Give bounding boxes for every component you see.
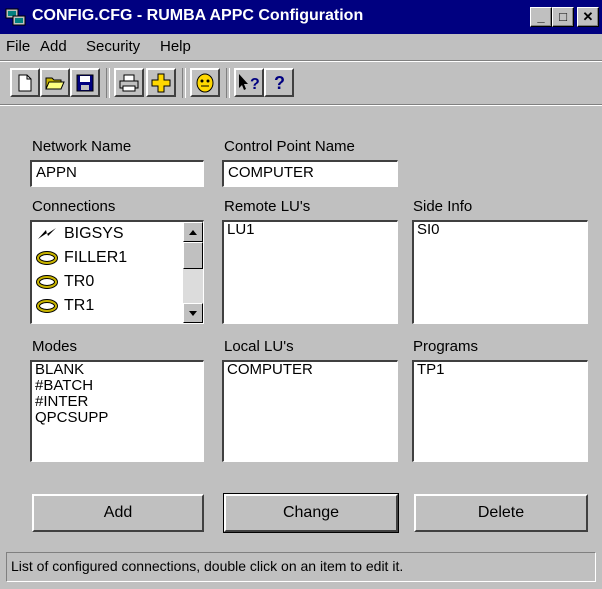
control-point-name-field[interactable]: COMPUTER [222, 160, 398, 187]
add-button[interactable]: Add [32, 494, 204, 532]
connections-scrollbar[interactable] [183, 222, 203, 323]
list-item[interactable]: FILLER1 [32, 246, 203, 270]
modes-listbox[interactable]: BLANK #BATCH #INTER QPCSUPP [30, 360, 204, 462]
open-folder-icon [45, 77, 65, 89]
toolbar: ? ? [0, 62, 602, 102]
scroll-down-button[interactable] [183, 303, 203, 323]
toolbar-separator [106, 68, 110, 98]
title-bar[interactable]: CONFIG.CFG - RUMBA APPC Configuration _ … [0, 0, 602, 34]
programs-listbox[interactable]: TP1 [412, 360, 588, 462]
status-bar: List of configured connections, double c… [6, 552, 596, 582]
list-item[interactable]: BLANK [32, 362, 203, 378]
list-item[interactable]: #INTER [32, 394, 203, 410]
app-window: CONFIG.CFG - RUMBA APPC Configuration _ … [0, 0, 602, 589]
local-lus-label: Local LU's [224, 338, 294, 355]
side-info-label: Side Info [413, 198, 473, 215]
list-item[interactable]: COMPUTER [224, 362, 397, 378]
menu-add[interactable]: Add [40, 38, 67, 55]
toolbar-separator [182, 68, 186, 98]
maximize-icon: □ [559, 9, 567, 24]
side-info-listbox[interactable]: SI0 [412, 220, 588, 324]
help-question-icon: ? [274, 73, 285, 93]
save-button[interactable] [70, 68, 100, 97]
ring-icon [36, 299, 58, 313]
change-button[interactable]: Change [223, 493, 399, 533]
svg-text:?: ? [274, 73, 285, 93]
toolbar-divider [0, 104, 602, 106]
printer-icon [119, 74, 139, 91]
control-point-name-label: Control Point Name [224, 138, 355, 155]
pointer-help-icon: ? [239, 73, 260, 93]
security-button[interactable] [190, 68, 220, 97]
maximize-button[interactable]: □ [552, 7, 574, 27]
add-button-label: Add [103, 504, 133, 521]
programs-label: Programs [413, 338, 479, 355]
new-button[interactable] [10, 68, 40, 97]
ring-icon [36, 251, 58, 265]
security-badge-icon [196, 73, 214, 92]
minimize-button[interactable]: _ [530, 7, 552, 27]
list-item[interactable]: BIGSYS [32, 222, 203, 246]
list-item[interactable]: SI0 [414, 222, 587, 238]
connection-name: BIGSYS [64, 225, 124, 242]
connections-listbox[interactable]: BIGSYS FILLER1 TR0 TR1 [30, 220, 204, 324]
context-help-button[interactable]: ? [234, 68, 264, 97]
close-button[interactable]: ✕ [577, 7, 599, 27]
menu-security[interactable]: Security [86, 38, 140, 55]
minimize-icon: _ [537, 9, 545, 24]
connection-name: FILLER1 [64, 249, 128, 266]
list-item[interactable]: #BATCH [32, 378, 203, 394]
menu-bar: File Add Security Help [0, 34, 602, 60]
menu-file[interactable]: File [6, 38, 30, 55]
change-button-label: Change [282, 504, 340, 521]
local-lus-listbox[interactable]: COMPUTER [222, 360, 398, 462]
delete-button[interactable]: Delete [414, 494, 588, 532]
svg-text:?: ? [250, 76, 260, 93]
remote-lus-label: Remote LU's [224, 198, 311, 215]
list-item[interactable]: LU1 [224, 222, 397, 238]
network-name-field[interactable]: APPN [30, 160, 204, 187]
list-item[interactable]: TR0 [32, 270, 203, 294]
toolbar-separator [226, 68, 230, 98]
print-button[interactable] [114, 68, 144, 97]
arrow-down-icon [189, 310, 197, 316]
connection-name: TR1 [64, 297, 95, 314]
network-name-label: Network Name [32, 138, 132, 155]
arrow-up-icon [189, 229, 197, 235]
list-item[interactable]: TP1 [414, 362, 587, 378]
close-icon: ✕ [582, 9, 594, 24]
scroll-thumb[interactable] [183, 242, 203, 269]
scroll-up-button[interactable] [183, 222, 203, 242]
ring-icon [36, 275, 58, 289]
floppy-disk-icon [76, 74, 94, 91]
app-icon [5, 7, 27, 27]
delete-button-label: Delete [477, 504, 525, 521]
window-title: CONFIG.CFG - RUMBA APPC Configuration [32, 7, 364, 24]
yellow-plus-icon [151, 73, 171, 92]
new-file-icon [18, 74, 32, 91]
list-item[interactable]: TR1 [32, 294, 203, 318]
bolt-icon [38, 228, 56, 239]
connections-label: Connections [32, 198, 116, 215]
menu-help[interactable]: Help [160, 38, 191, 55]
open-button[interactable] [40, 68, 70, 97]
help-button[interactable]: ? [264, 68, 294, 97]
connection-name: TR0 [64, 273, 95, 290]
add-button-toolbar[interactable] [146, 68, 176, 97]
modes-label: Modes [32, 338, 78, 355]
list-item[interactable]: QPCSUPP [32, 410, 203, 426]
remote-lus-listbox[interactable]: LU1 [222, 220, 398, 324]
